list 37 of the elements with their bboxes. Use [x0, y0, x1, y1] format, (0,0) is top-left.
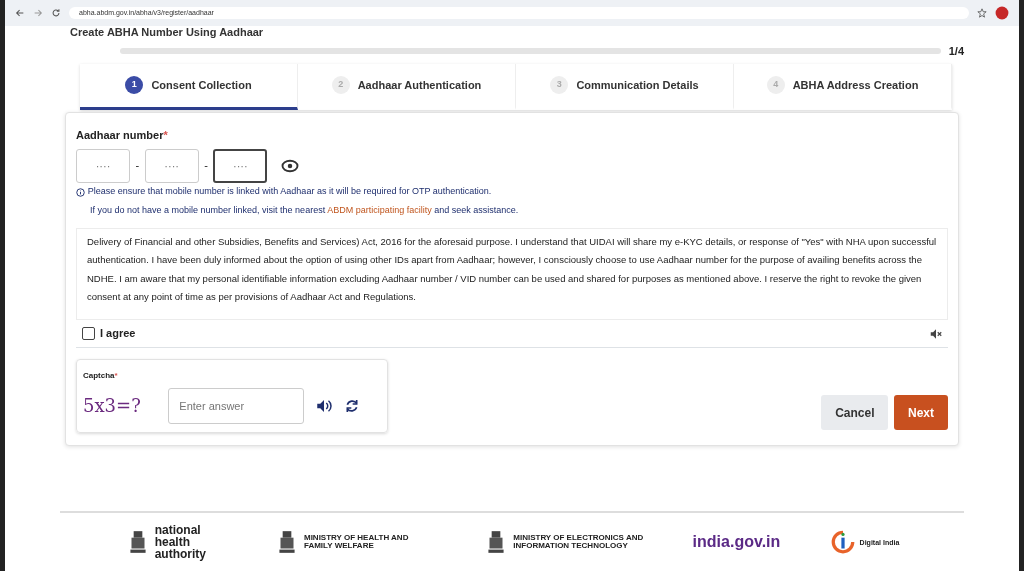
logo-text: national health authority [154, 524, 207, 560]
logo-text: india.gov.in [692, 534, 781, 550]
logo-text: MINISTRY OF ELECTRONICS AND INFORMATION TECHNOLOGY [513, 534, 644, 550]
required-mark: * [163, 128, 168, 141]
assist-text: If you do not have a mobile number linked, visit the nearest ABDM participating facility and seek assistance. [89, 204, 520, 218]
notice-text: Please ensure that mobile number is linked with Aadhaar as it will be required for OTP authentication. [87, 185, 492, 199]
step-tab[interactable]: 3 Communication Details [516, 63, 734, 110]
step-number: 1 [125, 76, 144, 94]
agree-label: I agree [100, 326, 136, 342]
step-number: 4 [766, 76, 785, 94]
agree-checkbox[interactable] [81, 327, 95, 340]
step-tab[interactable]: 4 ABHA Address Creation [734, 63, 952, 110]
step-tab[interactable]: 1 Consent Collection [80, 63, 298, 110]
step-number: 3 [550, 76, 569, 94]
back-icon[interactable] [15, 8, 25, 18]
logo-text: MINISTRY OF HEALTH AND FAMILY WELFARE [303, 534, 410, 550]
cancel-button[interactable]: Cancel [821, 395, 889, 430]
facility-link[interactable]: ABDM participating facility [327, 205, 432, 216]
step-number: 2 [331, 76, 350, 94]
captcha-label: Captcha [83, 371, 115, 381]
profile-icon[interactable] [995, 6, 1009, 20]
refresh-icon[interactable] [344, 397, 361, 414]
consent-text: Delivery of Financial and other Subsidies, Benefits and Services) Act, 2016 for the aforesaid purpose. I understand that UIDAI will share my e-KYC details, or response of "Yes" with NHA upon successful authentication. I have been duly informed about the option of using other IDs apart from Aadhaar; however, I consciously choose to use Aadhaar number for the purpose of availing benefits across the NDHE. I am aware that my personal identifiable information excluding Aadhaar number / VID number can be used and shared for purposes as mentioned above. I reserve the right to revoke the given consent at any point of time as per provisions of Aadhaar Act and Regulations. [76, 227, 948, 320]
captcha-expression: 5x3=? [83, 394, 141, 419]
separator: - [204, 158, 208, 174]
reload-icon[interactable] [51, 8, 61, 18]
progress-reading: 1/4 [948, 44, 964, 59]
star-icon[interactable] [977, 8, 987, 18]
step-tab[interactable]: 2 Aadhaar Authentication [298, 63, 516, 110]
separator: - [135, 158, 140, 174]
aadhaar-input[interactable]: ···· [213, 148, 268, 183]
page-heading: Create ABHA Number Using Aadhaar [70, 26, 264, 38]
captcha-input[interactable]: Enter answer [168, 387, 305, 424]
next-button[interactable]: Next [894, 395, 948, 430]
info-icon [76, 187, 85, 197]
required-mark: * [114, 371, 118, 381]
field-label: Aadhaar number [76, 128, 164, 141]
